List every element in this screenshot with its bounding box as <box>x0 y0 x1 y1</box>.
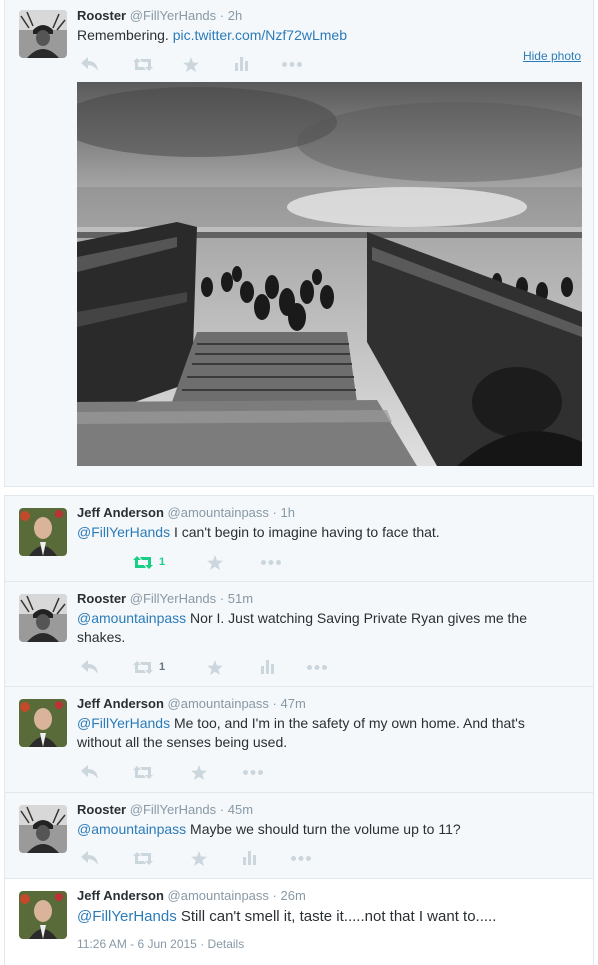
more-icon[interactable] <box>261 553 281 571</box>
star-icon[interactable] <box>191 849 207 867</box>
photo-link[interactable]: pic.twitter.com/Nzf72wLmeb <box>173 27 347 43</box>
author-name[interactable]: Jeff Anderson <box>77 505 164 520</box>
avatar-rooster[interactable] <box>19 805 67 853</box>
mention-link[interactable]: @FillYerHands <box>77 715 170 731</box>
author-name[interactable]: Rooster <box>77 591 126 606</box>
tweet-time[interactable]: 2h <box>228 8 242 23</box>
author-handle[interactable]: @FillYerHands <box>130 591 216 606</box>
tweet-time[interactable]: 51m <box>228 591 253 606</box>
author-handle[interactable]: @amountainpass <box>168 505 269 520</box>
separator-dot: · <box>219 591 225 606</box>
star-icon[interactable] <box>183 55 199 73</box>
reply-tweet-2[interactable]: Rooster @FillYerHands · 51m @amountainpa… <box>5 582 593 687</box>
star-icon[interactable] <box>207 658 223 676</box>
tweet-photo[interactable] <box>77 82 582 466</box>
more-icon[interactable] <box>282 55 302 73</box>
author-handle[interactable]: @amountainpass <box>168 888 269 903</box>
reply-icon[interactable] <box>81 763 98 781</box>
tweet-text: @amountainpass Maybe we should turn the … <box>77 820 567 839</box>
tweet-actions <box>77 763 317 781</box>
tweet-actions <box>77 55 317 73</box>
star-icon[interactable] <box>191 763 207 781</box>
tweet-text: @FillYerHands Me too, and I'm in the saf… <box>77 714 567 752</box>
tweet-body: Still can't smell it, taste it.....not t… <box>176 908 497 925</box>
avatar-jeff[interactable] <box>19 699 67 747</box>
reply-tweet-4[interactable]: Rooster @FillYerHands · 45m @amountainpa… <box>5 793 593 879</box>
author-name[interactable]: Rooster <box>77 8 126 23</box>
avatar-jeff[interactable] <box>19 508 67 556</box>
mention-link[interactable]: @FillYerHands <box>77 524 170 540</box>
tweet-header: Rooster @FillYerHands · 51m <box>77 591 253 606</box>
more-icon[interactable] <box>243 763 263 781</box>
mention-link[interactable]: @amountainpass <box>77 821 186 837</box>
hide-photo-link[interactable]: Hide photo <box>523 49 581 63</box>
reply-icon[interactable] <box>81 658 98 676</box>
retweet-count: 1 <box>159 661 166 673</box>
tweet-text: @amountainpass Nor I. Just watching Savi… <box>77 609 567 647</box>
retweet-count: 1 <box>159 556 166 568</box>
author-handle[interactable]: @FillYerHands <box>130 802 216 817</box>
retweet-icon[interactable] <box>133 763 153 781</box>
tweet-timestamp[interactable]: 11:26 AM - 6 Jun 2015 <box>77 937 197 951</box>
separator-dot: · <box>272 888 277 903</box>
star-icon[interactable] <box>207 553 223 571</box>
reply-icon[interactable] <box>81 55 98 73</box>
analytics-icon[interactable] <box>261 658 275 676</box>
retweet-icon[interactable] <box>133 849 153 867</box>
avatar-rooster[interactable] <box>19 10 67 58</box>
tweet-time[interactable]: 1h <box>281 505 295 520</box>
focused-tweet[interactable]: Jeff Anderson @amountainpass · 26m @Fill… <box>5 879 593 965</box>
separator-dot: · <box>272 505 277 520</box>
avatar-jeff[interactable] <box>19 891 67 939</box>
analytics-icon[interactable] <box>235 55 249 73</box>
tweet-text: Remembering. pic.twitter.com/Nzf72wLmeb <box>77 26 567 45</box>
tweet-time[interactable]: 47m <box>281 696 306 711</box>
conversation: Jeff Anderson @amountainpass · 1h @FillY… <box>4 495 594 965</box>
tweet-actions <box>77 849 337 867</box>
author-name[interactable]: Jeff Anderson <box>77 888 164 903</box>
mention-link[interactable]: @amountainpass <box>77 610 186 626</box>
avatar-rooster[interactable] <box>19 594 67 642</box>
author-handle[interactable]: @FillYerHands <box>130 8 216 23</box>
reply-tweet-1[interactable]: Jeff Anderson @amountainpass · 1h @FillY… <box>5 496 593 582</box>
more-icon[interactable] <box>307 658 327 676</box>
retweet-icon[interactable]: 1 <box>133 658 165 676</box>
tweet-header: Jeff Anderson @amountainpass · 47m <box>77 696 306 711</box>
details-link[interactable]: Details <box>208 937 245 951</box>
tweet-meta: 11:26 AM - 6 Jun 2015 · Details <box>77 937 244 951</box>
retweet-icon[interactable]: 1 <box>133 553 165 571</box>
analytics-icon[interactable] <box>243 849 257 867</box>
separator-dot: · <box>200 937 205 951</box>
tweet-header: Rooster @FillYerHands · 2h <box>77 8 242 23</box>
tweet-body: Maybe we should turn the volume up to 11… <box>186 821 461 837</box>
tweet-time[interactable]: 26m <box>281 888 306 903</box>
author-name[interactable]: Jeff Anderson <box>77 696 164 711</box>
retweet-icon[interactable] <box>133 55 153 73</box>
tweet-actions: 1 <box>77 658 337 676</box>
separator-dot: · <box>219 802 225 817</box>
main-tweet: Rooster @FillYerHands · 2h Remembering. … <box>4 0 594 487</box>
tweet-time[interactable]: 45m <box>228 802 253 817</box>
reply-tweet-3[interactable]: Jeff Anderson @amountainpass · 47m @Fill… <box>5 687 593 793</box>
tweet-header: Rooster @FillYerHands · 45m <box>77 802 253 817</box>
tweet-body: I can't begin to imagine having to face … <box>170 524 440 540</box>
tweet-header: Jeff Anderson @amountainpass · 26m <box>77 888 306 903</box>
separator-dot: · <box>219 8 225 23</box>
mention-link[interactable]: @FillYerHands <box>77 908 177 925</box>
tweet-body: Remembering. <box>77 27 169 43</box>
reply-icon[interactable] <box>81 849 98 867</box>
tweet-header: Jeff Anderson @amountainpass · 1h <box>77 505 295 520</box>
more-icon[interactable] <box>291 849 311 867</box>
tweet-text: @FillYerHands I can't begin to imagine h… <box>77 523 567 542</box>
author-name[interactable]: Rooster <box>77 802 126 817</box>
tweet-actions: 1 <box>77 553 317 571</box>
separator-dot: · <box>272 696 277 711</box>
tweet-text: @FillYerHands Still can't smell it, tast… <box>77 907 567 926</box>
author-handle[interactable]: @amountainpass <box>168 696 269 711</box>
